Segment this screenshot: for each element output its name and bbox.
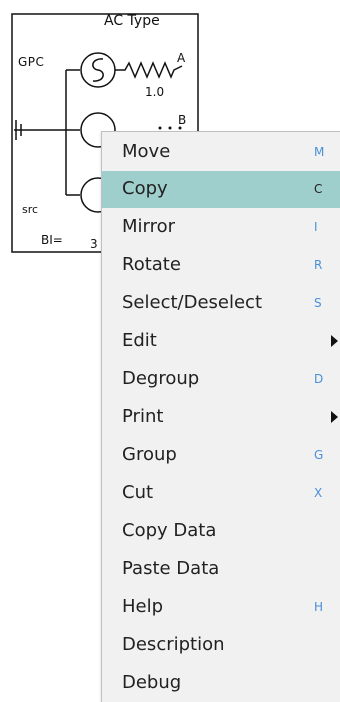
menu-item-label: Rotate <box>122 254 181 275</box>
dot-2 <box>168 126 172 130</box>
ratio-label: 1.0 <box>145 85 165 99</box>
menu-item-group[interactable]: Group G <box>102 437 340 474</box>
menu-item-label: Copy Data <box>122 520 217 541</box>
menu-item-copy-data[interactable]: Copy Data <box>102 513 340 550</box>
gpc-label: GPC <box>18 55 45 69</box>
menu-item-rotate[interactable]: Rotate R <box>102 247 340 284</box>
shortcut-key: M <box>314 145 325 159</box>
menu-item-description[interactable]: Description <box>102 627 340 664</box>
block-title: AC Type <box>104 13 160 29</box>
menu-item-paste-data[interactable]: Paste Data <box>102 551 340 588</box>
shortcut-key: S <box>314 296 322 310</box>
bi-label: BI= <box>41 233 63 247</box>
menu-item-degroup[interactable]: Degroup D <box>102 361 340 398</box>
menu-item-label: Group <box>122 444 177 465</box>
port-b-label: B <box>178 113 187 127</box>
menu-item-label: Degroup <box>122 368 200 389</box>
menu-item-label: Help <box>122 596 164 617</box>
menu-item-label: Paste Data <box>122 558 220 579</box>
menu-item-label: Copy <box>122 178 168 199</box>
shortcut-key: I <box>314 220 318 234</box>
menu-item-help[interactable]: Help H <box>102 589 340 626</box>
menu-item-label: Print <box>122 406 164 427</box>
menu-item-move[interactable]: Move M <box>102 134 340 171</box>
shortcut-key: D <box>314 372 324 386</box>
menu-item-label: Mirror <box>122 216 176 237</box>
port-a-label: A <box>177 51 186 65</box>
menu-item-copy[interactable]: Copy C <box>102 171 340 208</box>
source-a-glyph <box>92 58 104 82</box>
shortcut-key: G <box>314 448 324 462</box>
menu-item-label: Edit <box>122 330 157 351</box>
port-3-label: 3 <box>90 237 98 251</box>
dot-1 <box>158 126 162 130</box>
menu-item-label: Debug <box>122 672 182 693</box>
context-menu: Move M Copy C Mirror I Rotate R Select/D… <box>101 131 340 702</box>
src-label: src <box>22 203 39 216</box>
menu-item-edit[interactable]: Edit <box>102 323 340 360</box>
menu-item-label: Description <box>122 634 225 655</box>
resistor-icon <box>115 61 183 79</box>
menu-item-label: Cut <box>122 482 154 503</box>
menu-item-cut[interactable]: Cut X <box>102 475 340 512</box>
menu-item-label: Select/Deselect <box>122 292 263 313</box>
submenu-arrow-icon <box>331 411 338 423</box>
menu-item-print[interactable]: Print <box>102 399 340 436</box>
menu-item-mirror[interactable]: Mirror I <box>102 209 340 246</box>
shortcut-key: C <box>314 182 323 196</box>
shortcut-key: X <box>314 486 323 500</box>
shortcut-key: R <box>314 258 323 272</box>
menu-item-label: Move <box>122 141 171 162</box>
menu-item-select-deselect[interactable]: Select/Deselect S <box>102 285 340 322</box>
menu-item-debug[interactable]: Debug <box>102 665 340 702</box>
shortcut-key: H <box>314 600 324 614</box>
submenu-arrow-icon <box>331 335 338 347</box>
